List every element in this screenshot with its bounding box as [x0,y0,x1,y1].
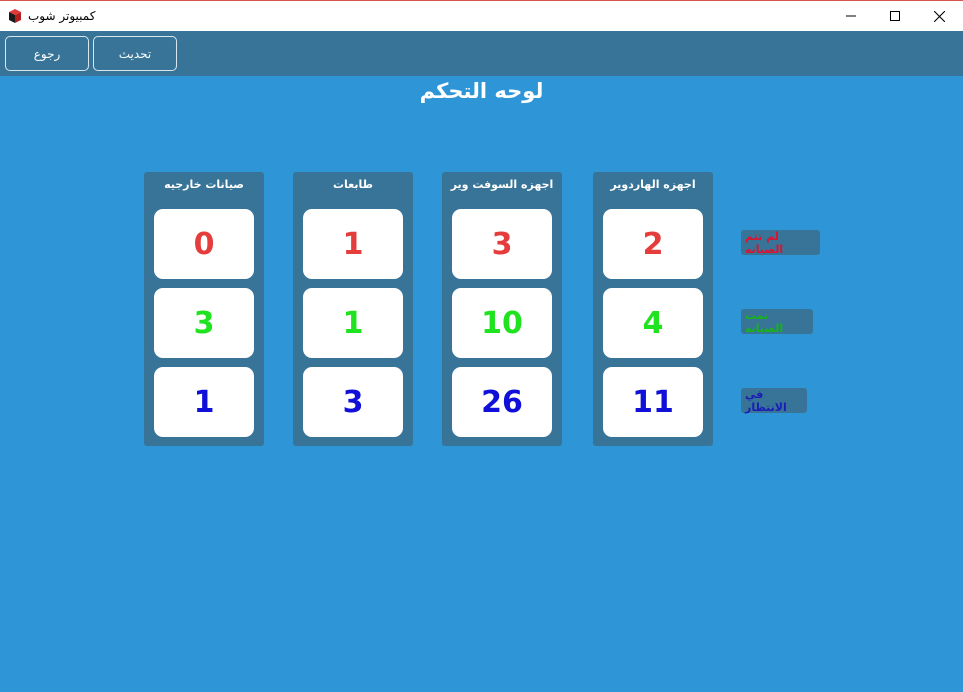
title-bar: كمبيوتر شوب [0,0,963,31]
panel-title: اجهزه السوفت وير [450,178,554,191]
app-cube-icon [8,8,22,24]
minimize-icon [845,15,856,17]
maximize-icon [889,11,900,21]
panel-hardware-devices: اجهزه الهاردوير 2 4 11 [593,172,713,446]
count-serviced[interactable]: 4 [603,288,703,358]
panel-software-devices: اجهزه السوفت وير 3 10 26 [442,172,562,446]
count-serviced[interactable]: 3 [154,288,254,358]
refresh-button[interactable]: تحديث [93,36,177,71]
legend-not-serviced: لم تتم الصيانه [741,230,820,256]
window-title: كمبيوتر شوب [28,9,96,23]
count-waiting[interactable]: 3 [303,367,403,437]
toolbar: رجوع تحديث [0,31,963,76]
count-waiting[interactable]: 1 [154,367,254,437]
panel-printers: طابعات 1 1 3 [293,172,413,446]
count-not-serviced[interactable]: 2 [603,209,703,279]
legend-serviced: تمت الصيانه [741,309,813,335]
legend-waiting: في الانتظار [741,388,807,414]
maximize-button[interactable] [872,1,917,31]
panel-title: صيانات خارجيه [164,178,244,191]
count-not-serviced[interactable]: 3 [452,209,552,279]
count-not-serviced[interactable]: 1 [303,209,403,279]
count-serviced[interactable]: 10 [452,288,552,358]
panel-title: طابعات [332,178,373,191]
count-waiting[interactable]: 26 [452,367,552,437]
close-icon [934,10,945,22]
panel-external-services: صيانات خارجيه 0 3 1 [144,172,264,446]
count-waiting[interactable]: 11 [603,367,703,437]
count-serviced[interactable]: 1 [303,288,403,358]
page-title: لوحه التحكم [419,79,544,103]
panel-title: اجهزه الهاردوير [610,178,696,191]
back-button[interactable]: رجوع [5,36,89,71]
minimize-button[interactable] [828,1,873,31]
count-not-serviced[interactable]: 0 [154,209,254,279]
close-button[interactable] [917,1,962,31]
